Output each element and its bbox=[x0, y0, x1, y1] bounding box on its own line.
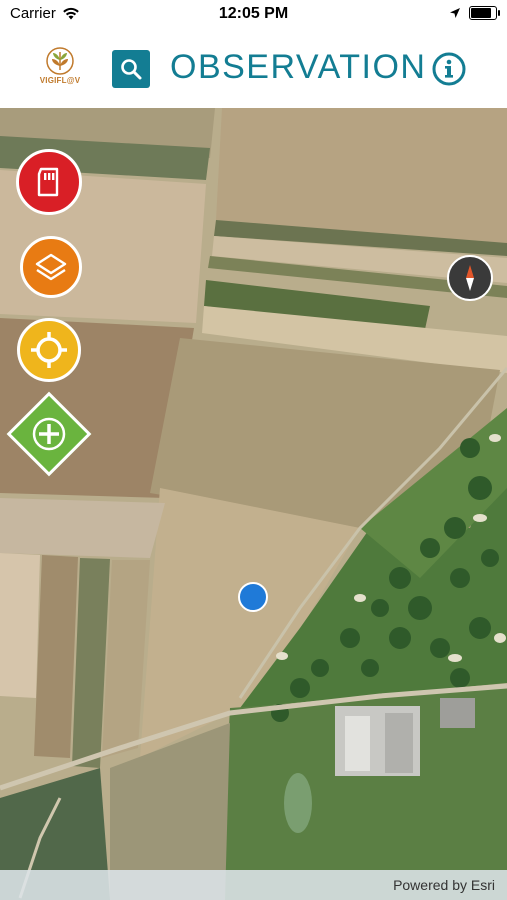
map-attribution-bar: Powered by Esri bbox=[0, 870, 507, 900]
crosshair-icon bbox=[31, 332, 67, 368]
status-bar: Carrier 12:05 PM bbox=[0, 0, 507, 28]
layers-icon bbox=[35, 253, 67, 281]
battery-level bbox=[471, 8, 491, 18]
info-button[interactable] bbox=[432, 52, 466, 86]
search-icon bbox=[121, 59, 142, 80]
compass-icon bbox=[466, 265, 474, 291]
save-button[interactable] bbox=[16, 149, 82, 215]
map-view[interactable] bbox=[0, 108, 507, 900]
plus-icon bbox=[32, 417, 66, 451]
layers-button[interactable] bbox=[20, 236, 82, 298]
logo-emblem-icon bbox=[46, 47, 74, 75]
battery-icon bbox=[469, 6, 500, 20]
sd-card-icon bbox=[37, 167, 59, 197]
app-header: VIGIFL@V OBSERVATION bbox=[0, 28, 507, 108]
locate-button[interactable] bbox=[17, 318, 81, 382]
status-time: 12:05 PM bbox=[218, 5, 289, 22]
satellite-imagery[interactable] bbox=[0, 108, 507, 900]
attribution-text: Powered by Esri bbox=[393, 877, 495, 893]
app-logo: VIGIFL@V bbox=[36, 46, 84, 94]
info-icon bbox=[432, 52, 466, 86]
search-button[interactable] bbox=[112, 50, 150, 88]
logo-text: VIGIFL@V bbox=[39, 76, 81, 85]
compass-button[interactable] bbox=[447, 255, 493, 301]
page-title: OBSERVATION bbox=[170, 48, 427, 86]
location-arrow-icon bbox=[450, 8, 460, 18]
user-location-marker bbox=[238, 582, 268, 612]
